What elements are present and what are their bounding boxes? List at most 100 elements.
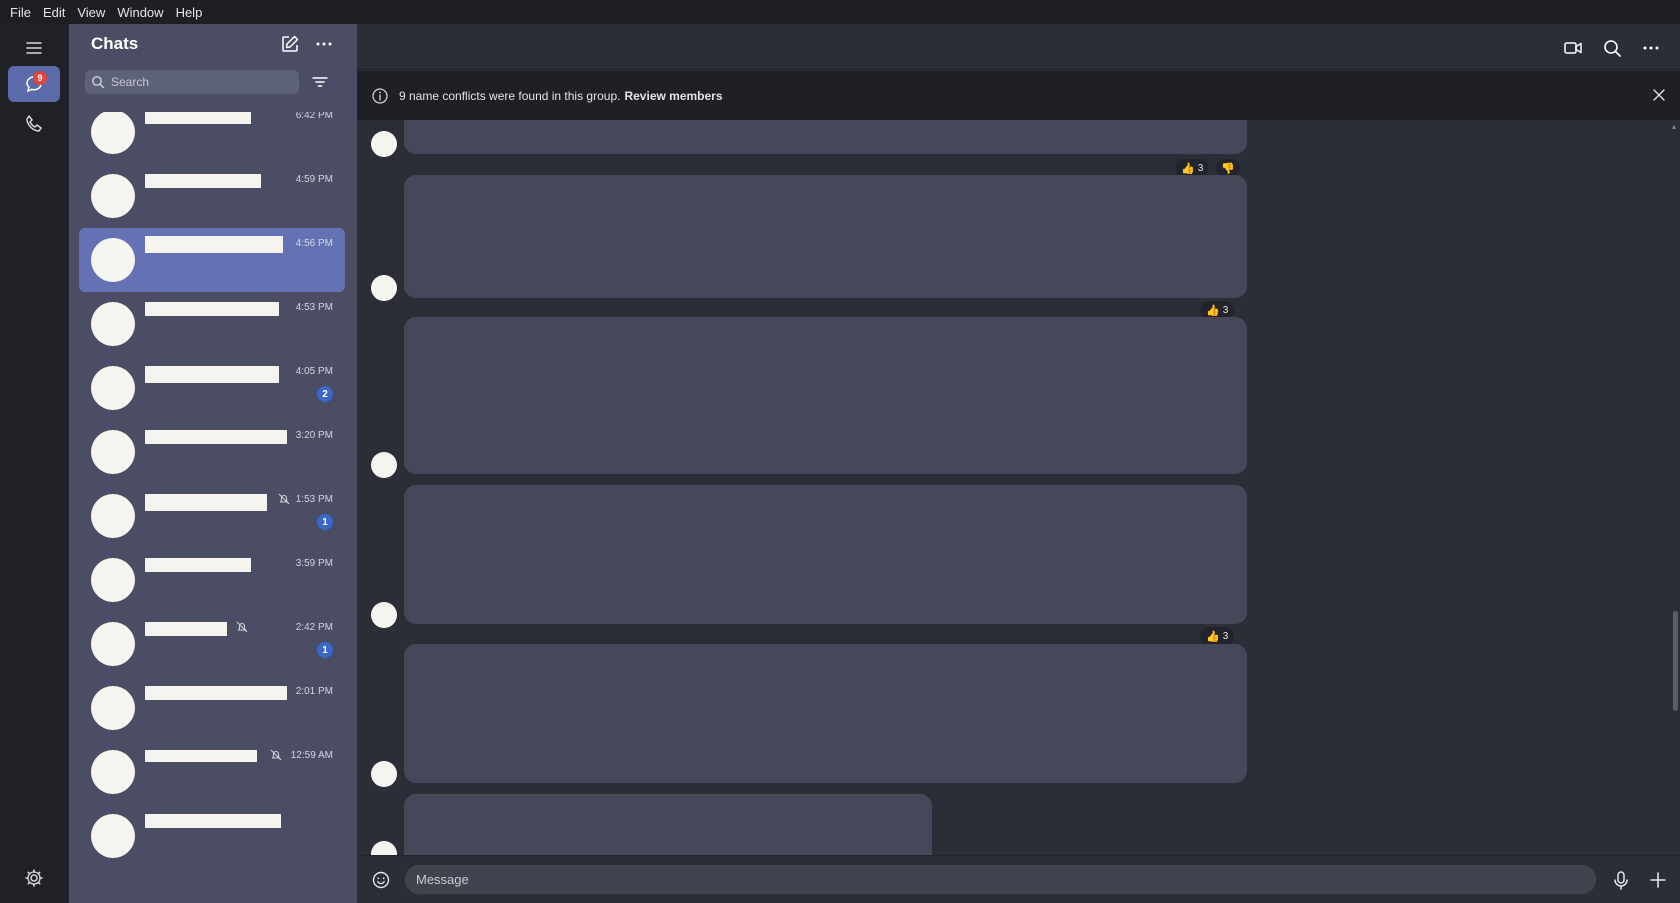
message-bubble[interactable] <box>404 120 1247 154</box>
chat-item[interactable] <box>79 804 345 868</box>
chat-item[interactable]: 6:42 PM <box>79 112 345 164</box>
chat-time: 4:53 PM <box>295 302 333 313</box>
scrollbar-thumb[interactable] <box>1673 611 1678 711</box>
chat-name <box>145 558 251 572</box>
message-bubble[interactable] <box>404 794 932 855</box>
gear-icon[interactable] <box>22 866 46 890</box>
chat-item[interactable]: 4:05 PM 2 <box>79 356 345 420</box>
avatar <box>91 750 135 794</box>
chat-name <box>145 686 287 700</box>
message-bubble[interactable] <box>404 485 1247 624</box>
muted-bell-icon <box>235 620 249 634</box>
filter-icon[interactable] <box>309 71 331 93</box>
chat-list-title: Chats <box>91 34 139 53</box>
phone-icon[interactable] <box>22 112 46 136</box>
chat-time: 3:20 PM <box>295 430 333 441</box>
chat-item[interactable]: 2:01 PM <box>79 676 345 740</box>
avatar <box>91 366 135 410</box>
avatar <box>91 814 135 858</box>
reaction-pill[interactable]: 👍 3 <box>1200 627 1235 645</box>
chat-list-panel: Chats 6:42 PM 4:59 PM 4:56 PM <box>69 24 357 903</box>
message-list: 👍 3 👎 👍 3 👍 3 <box>357 120 1680 855</box>
chat-time: 3:59 PM <box>295 558 333 569</box>
avatar <box>91 430 135 474</box>
search-icon <box>91 75 105 89</box>
search-box <box>85 70 299 94</box>
avatar[interactable] <box>371 841 397 855</box>
chat-time: 2:01 PM <box>295 686 333 697</box>
muted-bell-icon <box>269 748 283 762</box>
chat-time: 6:42 PM <box>295 112 333 121</box>
reaction-count: 3 <box>1197 162 1204 174</box>
video-call-icon[interactable] <box>1562 37 1584 59</box>
chat-item[interactable]: 12:59 AM <box>79 740 345 804</box>
close-icon[interactable] <box>1650 86 1668 104</box>
menu-edit[interactable]: Edit <box>37 5 71 20</box>
chat-name <box>145 622 227 636</box>
avatar <box>91 622 135 666</box>
chat-list: 6:42 PM 4:59 PM 4:56 PM 4:53 PM 4:05 PM … <box>69 112 357 903</box>
avatar <box>91 686 135 730</box>
menu-window[interactable]: Window <box>111 5 169 20</box>
chat-name <box>145 302 279 316</box>
search-input[interactable] <box>111 75 291 89</box>
avatar[interactable] <box>371 275 397 301</box>
reaction-count: 3 <box>1222 630 1229 642</box>
chat-item[interactable]: 2:42 PM 1 <box>79 612 345 676</box>
thumbs-down-icon: 👎 <box>1221 162 1235 175</box>
message-input[interactable] <box>405 865 1596 894</box>
chat-name <box>145 112 251 124</box>
chat-item[interactable]: 1:53 PM 1 <box>79 484 345 548</box>
avatar[interactable] <box>371 761 397 787</box>
chat-time: 1:53 PM <box>295 494 333 505</box>
chat-name <box>145 814 281 828</box>
menu-view[interactable]: View <box>71 5 111 20</box>
avatar[interactable] <box>371 452 397 478</box>
reaction-count: 3 <box>1222 304 1229 316</box>
message-bubble[interactable] <box>404 644 1247 783</box>
thumbs-up-icon: 👍 <box>1206 304 1220 317</box>
conversation-header <box>357 24 1680 70</box>
thumbs-up-icon: 👍 <box>1181 162 1195 175</box>
chat-item[interactable]: 4:53 PM <box>79 292 345 356</box>
more-options-icon[interactable] <box>313 33 335 55</box>
chat-item[interactable]: 3:59 PM <box>79 548 345 612</box>
avatar[interactable] <box>371 131 397 157</box>
menu-help[interactable]: Help <box>170 5 209 20</box>
chat-time: 2:42 PM <box>295 622 333 633</box>
info-icon <box>371 87 389 105</box>
message-bubble[interactable] <box>404 317 1247 474</box>
chats-unread-badge: 9 <box>33 71 47 85</box>
chat-item[interactable]: 4:59 PM <box>79 164 345 228</box>
review-members-link[interactable]: Review members <box>624 89 722 103</box>
message-bubble[interactable] <box>404 175 1247 298</box>
thumbs-up-icon: 👍 <box>1206 630 1220 643</box>
unread-count-badge: 1 <box>317 642 333 658</box>
add-attachment-icon[interactable] <box>1647 869 1669 891</box>
chat-name <box>145 366 279 383</box>
scrollbar[interactable]: ▴ <box>1670 120 1680 855</box>
search-icon[interactable] <box>1601 37 1623 59</box>
microphone-icon[interactable] <box>1610 869 1632 891</box>
avatar <box>91 558 135 602</box>
chat-time: 4:59 PM <box>295 174 333 185</box>
chat-item[interactable]: 4:56 PM <box>79 228 345 292</box>
chat-time: 4:05 PM <box>295 366 333 377</box>
menu-icon[interactable] <box>22 38 46 58</box>
emoji-icon[interactable] <box>371 870 391 890</box>
menu-file[interactable]: File <box>4 5 37 20</box>
message-composer <box>357 855 1680 903</box>
menu-bar: File Edit View Window Help <box>0 0 1680 24</box>
name-conflict-banner: 9 name conflicts were found in this grou… <box>357 71 1680 120</box>
unread-count-badge: 2 <box>317 386 333 402</box>
chat-item[interactable]: 3:20 PM <box>79 420 345 484</box>
chats-nav-button[interactable] <box>8 66 60 102</box>
avatar <box>91 302 135 346</box>
more-options-icon[interactable] <box>1640 37 1662 59</box>
avatar <box>91 238 135 282</box>
compose-icon[interactable] <box>279 33 301 55</box>
avatar[interactable] <box>371 602 397 628</box>
conversation-pane: 9 name conflicts were found in this grou… <box>357 24 1680 903</box>
chat-name <box>145 236 283 253</box>
scroll-up-icon[interactable]: ▴ <box>1672 122 1678 131</box>
